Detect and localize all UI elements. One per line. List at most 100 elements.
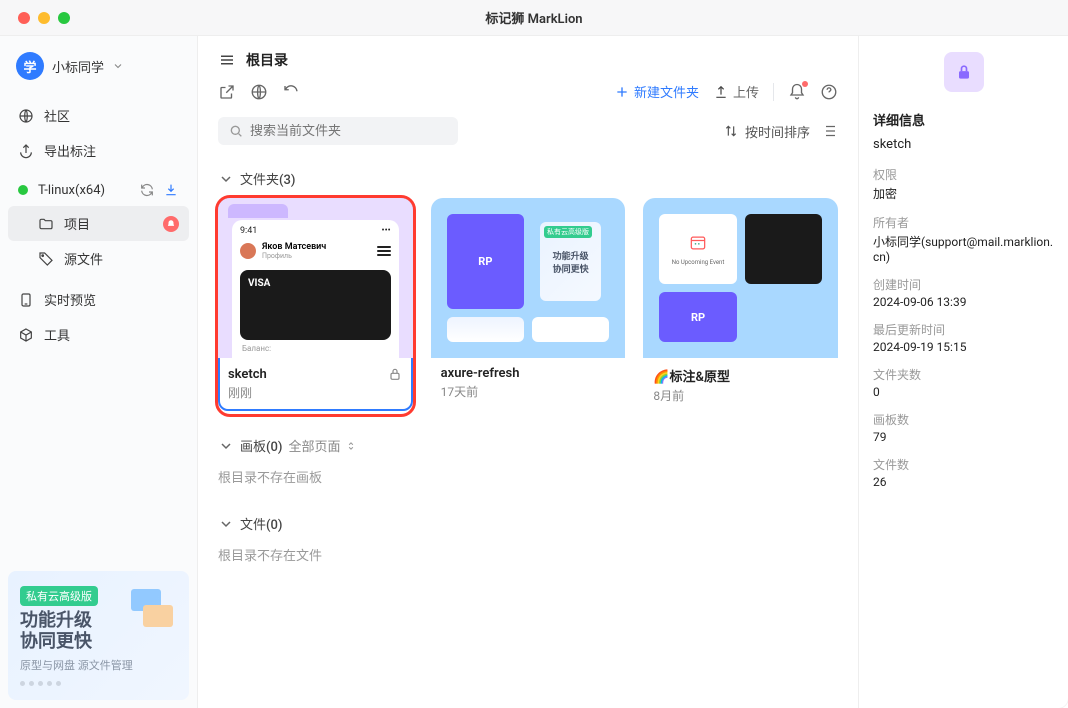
close-window[interactable]	[18, 12, 30, 24]
sidebar-item-label: 源文件	[64, 249, 103, 268]
user-name: 小标同学	[52, 57, 104, 76]
details-panel: 详细信息 sketch 权限加密 所有者小标同学(support@mail.ma…	[858, 36, 1068, 708]
traffic-lights	[18, 12, 70, 24]
folder-name: sketch	[228, 367, 267, 382]
user-menu[interactable]: 学 小标同学	[0, 36, 197, 92]
mock-avatar-icon	[240, 243, 256, 259]
promo-badge: 私有云高级版	[20, 586, 98, 606]
sidebar-item-label: T-linux(x64)	[38, 183, 105, 198]
cube-icon	[18, 327, 34, 343]
section-title: 画板(0)	[240, 436, 282, 455]
status-dot-icon	[18, 185, 28, 195]
folder-meta: 8月前	[643, 387, 838, 414]
folder-icon	[38, 216, 54, 232]
web-icon[interactable]	[250, 83, 268, 101]
search-input[interactable]	[218, 117, 458, 145]
details-folder-icon	[944, 52, 984, 92]
hamburger-icon	[377, 244, 391, 258]
upload-icon	[713, 84, 729, 100]
section-title: 文件夹(3)	[240, 169, 295, 188]
rp-icon	[447, 214, 524, 309]
maximize-window[interactable]	[58, 12, 70, 24]
device-icon	[18, 292, 34, 308]
notifications-button[interactable]	[788, 83, 806, 101]
section-sub[interactable]: 全部页面	[288, 436, 340, 455]
upload-button[interactable]: 上传	[713, 82, 759, 101]
sidebar: 学 小标同学 社区 导出标注 T-linux(x64)	[0, 36, 198, 708]
sidebar-item-label: 社区	[44, 106, 70, 125]
chevron-down-icon	[112, 60, 124, 72]
refresh-icon[interactable]	[139, 182, 155, 198]
folder-meta: 刚刚	[218, 384, 413, 411]
folder-name: axure-refresh	[441, 366, 520, 381]
sidebar-item-export[interactable]: 导出标注	[8, 133, 189, 168]
window-title: 标记狮 MarkLion	[485, 8, 582, 27]
promo-tile: 私有云高级版 功能升级协同更快	[540, 222, 601, 301]
help-icon[interactable]	[820, 83, 838, 101]
folder-thumbnail: 私有云高级版 功能升级协同更快	[431, 198, 626, 358]
button-label: 新建文件夹	[634, 82, 699, 101]
folder-name: 🌈标注&原型	[653, 366, 730, 385]
open-external-icon[interactable]	[218, 83, 236, 101]
section-files-header[interactable]: 文件(0)	[218, 514, 838, 533]
sidebar-item-community[interactable]: 社区	[8, 98, 189, 133]
plus-icon	[614, 84, 630, 100]
promo-sub: 原型与网盘 源文件管理	[20, 657, 177, 673]
export-icon	[18, 143, 34, 159]
folder-card-axure[interactable]: 私有云高级版 功能升级协同更快 axure-refresh 17天前	[431, 198, 626, 414]
lock-icon	[387, 366, 403, 382]
minimize-window[interactable]	[38, 12, 50, 24]
sort-button[interactable]: 按时间排序	[723, 122, 810, 141]
chevron-down-icon	[218, 171, 234, 187]
sidebar-item-tools[interactable]: 工具	[8, 317, 189, 352]
search-field[interactable]	[250, 124, 448, 139]
sort-double-icon	[346, 441, 356, 451]
badge-icon	[163, 216, 179, 232]
carousel-dots	[20, 681, 177, 686]
details-name: sketch	[873, 137, 1054, 152]
section-folders-header[interactable]: 文件夹(3)	[218, 169, 838, 188]
refresh-icon[interactable]	[282, 83, 300, 101]
chevron-down-icon	[218, 438, 234, 454]
lock-icon	[954, 62, 974, 82]
download-icon[interactable]	[163, 182, 179, 198]
card-mock: VISA	[240, 270, 391, 340]
sidebar-item-label: 导出标注	[44, 141, 96, 160]
search-icon	[228, 123, 244, 139]
sort-icon	[723, 123, 739, 139]
chevron-down-icon	[218, 516, 234, 532]
sort-label: 按时间排序	[745, 122, 810, 141]
promo-decoration-icon	[121, 579, 181, 639]
folder-card-sketch[interactable]: 9:41••• Яков Матсевич Профиль VISA Бал	[218, 198, 413, 414]
sidebar-item-project[interactable]: 项目	[8, 206, 189, 241]
breadcrumb-label: 根目录	[246, 50, 288, 70]
menu-icon[interactable]	[218, 51, 236, 69]
rp-icon	[659, 292, 736, 342]
list-view-icon[interactable]	[820, 122, 838, 140]
calendar-tile: No Upcoming Event	[659, 214, 736, 284]
sidebar-item-label: 实时预览	[44, 290, 96, 309]
avatar: 学	[16, 52, 44, 80]
folder-thumbnail: 9:41••• Яков Матсевич Профиль VISA Бал	[218, 198, 413, 358]
sidebar-item-label: 工具	[44, 325, 70, 344]
boards-empty: 根目录不存在画板	[218, 467, 838, 486]
promo-card[interactable]: 私有云高级版 功能升级 协同更快 原型与网盘 源文件管理	[8, 571, 189, 700]
sidebar-item-source[interactable]: 源文件	[8, 241, 189, 276]
section-title: 文件(0)	[240, 514, 282, 533]
globe-icon	[18, 108, 34, 124]
notification-dot-icon	[802, 81, 808, 87]
tag-icon	[38, 251, 54, 267]
button-label: 上传	[733, 82, 759, 101]
folder-card-annotate[interactable]: No Upcoming Event 🌈标注&原型 8月前	[643, 198, 838, 414]
breadcrumb: 根目录	[218, 50, 838, 70]
sidebar-item-tlinux[interactable]: T-linux(x64)	[8, 174, 189, 206]
main-panel: 根目录 新建文件夹 上传	[198, 36, 858, 708]
sidebar-item-label: 项目	[64, 214, 90, 233]
section-boards-header[interactable]: 画板(0) 全部页面	[218, 436, 838, 455]
new-folder-button[interactable]: 新建文件夹	[614, 82, 699, 101]
calendar-icon	[686, 233, 710, 253]
details-heading: 详细信息	[873, 110, 1054, 129]
sidebar-item-preview[interactable]: 实时预览	[8, 282, 189, 317]
files-empty: 根目录不存在文件	[218, 545, 838, 564]
folder-meta: 17天前	[431, 383, 626, 410]
